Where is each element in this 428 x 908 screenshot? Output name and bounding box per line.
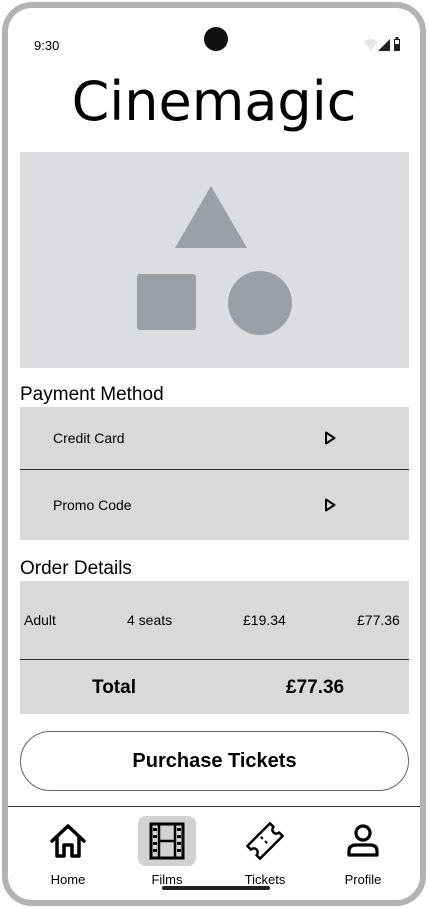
total-value: £77.36 [286,677,345,698]
signal-icon [378,39,390,51]
order-details-title: Order Details [20,558,132,579]
circle-shape [228,271,292,335]
ticket-icon [236,816,294,866]
camera-cutout [204,27,228,51]
payment-option-promo-code[interactable]: Promo Code [20,470,409,540]
status-icons [362,36,406,54]
total-label: Total [92,677,136,698]
battery-icon [394,37,400,51]
hero-image-placeholder [20,152,409,368]
home-icon [39,816,97,866]
payment-option-credit-card[interactable]: Credit Card [20,407,409,469]
nav-label-films: Films [151,872,183,887]
app-title: Cinemagic [71,70,357,133]
nav-item-tickets[interactable]: Tickets [225,814,305,887]
ticket-type: Adult [24,612,56,628]
nav-item-films[interactable]: Films [127,814,207,887]
nav-divider [8,806,420,807]
nav-label-home: Home [50,872,86,887]
line-total: £77.36 [357,612,400,628]
seat-count: 4 seats [127,612,173,628]
film-icon [138,816,196,866]
nav-item-profile[interactable]: Profile [323,814,403,887]
payment-option-label: Credit Card [53,430,125,446]
play-arrow-icon [325,498,336,512]
profile-icon [334,816,392,866]
order-line-row: Adult 4 seats £19.34 £77.36 [20,581,409,659]
nav-label-profile: Profile [344,872,382,887]
wifi-icon [364,39,378,50]
unit-price: £19.34 [243,612,286,628]
order-total-row: Total £77.36 [20,660,409,714]
purchase-tickets-button[interactable]: Purchase Tickets [20,731,409,791]
nav-item-home[interactable]: Home [28,814,108,887]
home-indicator[interactable] [162,886,270,890]
nav-label-tickets: Tickets [244,872,286,887]
play-arrow-icon [325,431,336,445]
payment-option-label: Promo Code [53,497,132,513]
payment-method-title: Payment Method [20,384,164,405]
triangle-shape [175,186,247,248]
square-shape [137,274,196,330]
status-time: 9:30 [34,38,60,53]
phone-frame: 9:30 Cinemagic Payment Method Credit Car… [2,2,426,906]
